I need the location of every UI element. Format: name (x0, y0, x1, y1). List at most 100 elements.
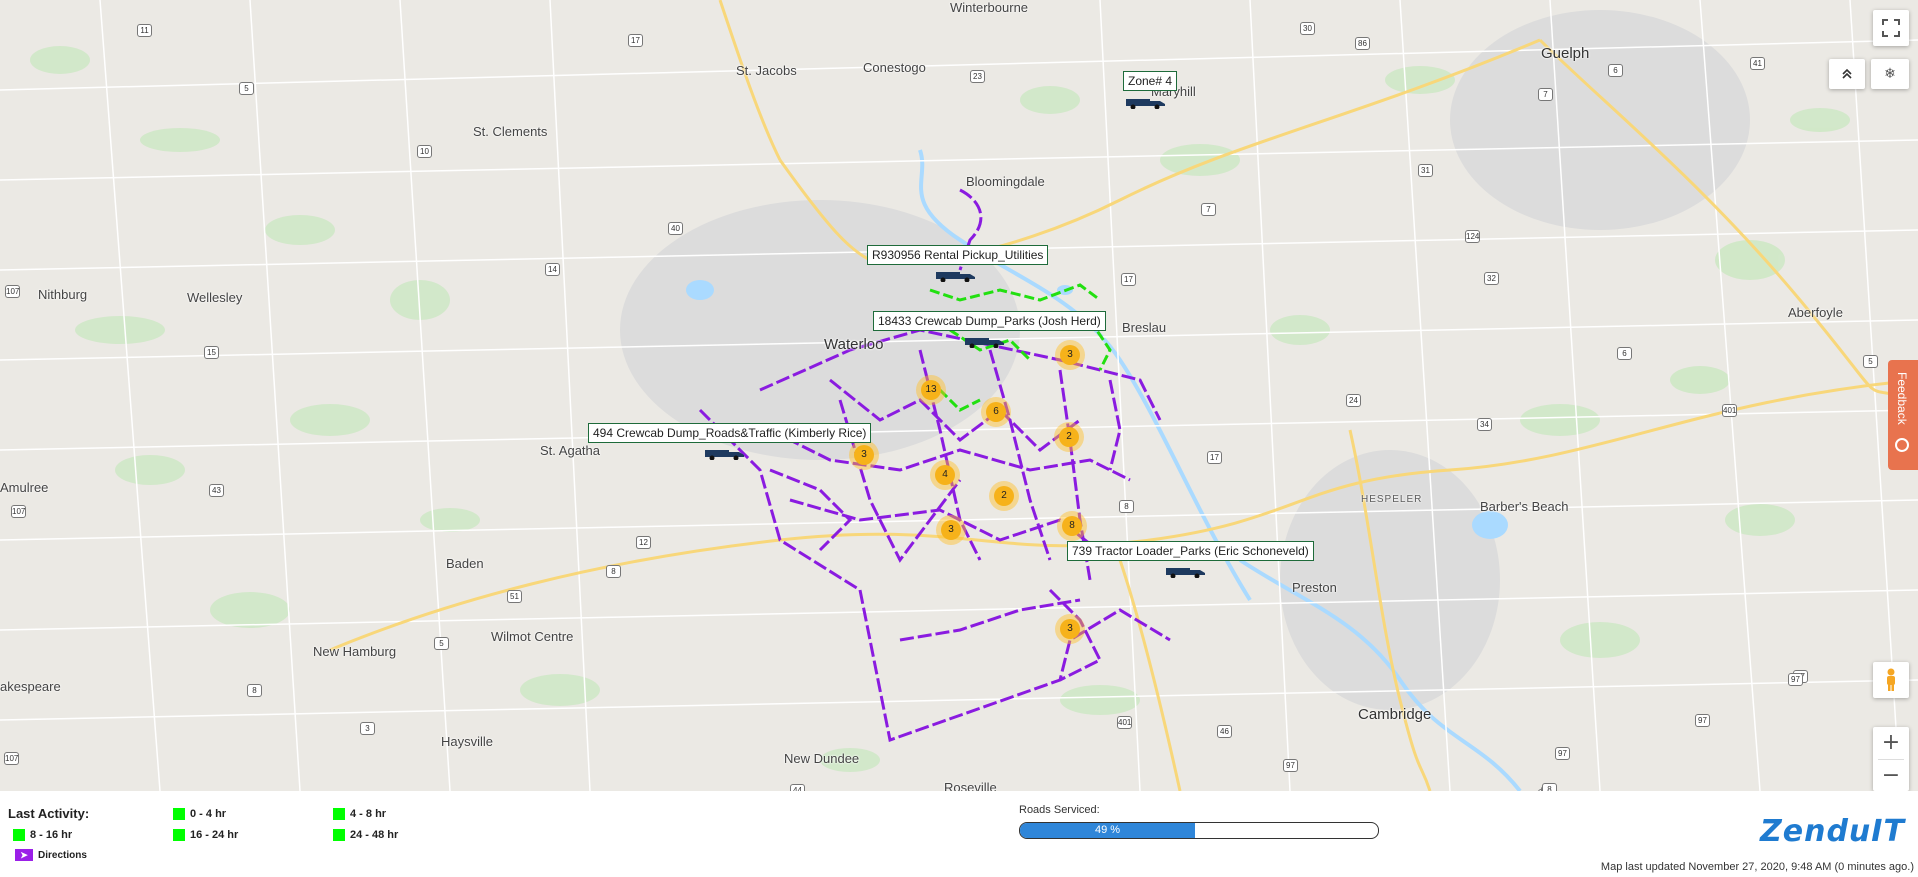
cluster-count: 3 (941, 520, 961, 540)
zoom-in-button[interactable]: + (1882, 727, 1900, 759)
route-shield: 8 (606, 565, 621, 578)
route-shield: 5 (1863, 355, 1878, 368)
cluster-count: 6 (986, 402, 1006, 422)
legend-label: 8 - 16 hr (30, 829, 73, 841)
cluster-count: 8 (1062, 516, 1082, 536)
place-label-waterloo: Waterloo (824, 336, 884, 353)
place-label-roseville: Roseville (944, 780, 997, 791)
roads-serviced-label: Roads Serviced: (1019, 804, 1100, 816)
route-shield: 97 (1555, 747, 1570, 760)
route-shield: 8 (247, 684, 262, 697)
place-label-st-agatha: St. Agatha (540, 443, 600, 458)
activity-cluster[interactable]: 2 (1054, 422, 1084, 452)
route-shield: 23 (970, 70, 985, 83)
place-label-nithburg: Nithburg (38, 287, 88, 302)
activity-cluster[interactable]: 2 (989, 481, 1019, 511)
truck-icon[interactable] (1164, 564, 1208, 578)
activity-cluster[interactable]: 3 (1055, 340, 1085, 370)
roads-serviced-progress: 49 % (1019, 822, 1379, 839)
map-canvas[interactable]: Guelph Waterloo Cambridge St. Jacobs Con… (0, 0, 1918, 791)
chevron-up-icon (1842, 68, 1852, 79)
activity-cluster[interactable]: 3 (1055, 614, 1085, 644)
place-label-wilmot-centre: Wilmot Centre (491, 629, 574, 644)
cluster-count: 13 (921, 380, 941, 400)
route-shield: 3 (360, 722, 375, 735)
weather-button[interactable]: ❄ (1871, 59, 1909, 89)
collapse-button[interactable] (1829, 59, 1865, 89)
route-shield: 107 (4, 752, 19, 765)
vehicle-label-18433[interactable]: 18433 Crewcab Dump_Parks (Josh Herd) (873, 311, 1106, 331)
pegman-icon (1887, 668, 1895, 691)
place-label-haysville: Haysville (441, 734, 494, 749)
cluster-count: 2 (994, 486, 1014, 506)
vehicle-label-739[interactable]: 739 Tractor Loader_Parks (Eric Schonevel… (1067, 541, 1314, 561)
activity-cluster[interactable]: 4 (930, 460, 960, 490)
route-shield: 5 (434, 637, 449, 650)
route-shield: 46 (1217, 725, 1232, 738)
route-shield: 10 (417, 145, 432, 158)
place-label-akespeare: akespeare (0, 679, 61, 694)
route-shield: 12 (636, 536, 651, 549)
bottom-panel: Last Activity: 0 - 4 hr 4 - 8 hr 8 - 16 … (0, 791, 1918, 877)
legend-label: 24 - 48 hr (350, 829, 399, 841)
route-shield: 43 (209, 484, 224, 497)
legend-item-directions: ➤ Directions (15, 849, 87, 861)
activity-cluster[interactable]: 13 (916, 375, 946, 405)
route-shield: 44 (790, 784, 805, 791)
route-shield: 401 (1117, 716, 1132, 729)
map-last-updated: Map last updated November 27, 2020, 9:48… (1600, 861, 1914, 873)
route-shield: 401 (1722, 404, 1737, 417)
route-shield: 30 (1300, 22, 1315, 35)
legend-item-0-4: 0 - 4 hr (173, 808, 226, 820)
legend-label: Directions (38, 849, 87, 861)
truck-icon[interactable] (934, 268, 978, 282)
vehicle-label-r930956[interactable]: R930956 Rental Pickup_Utilities (867, 245, 1049, 265)
route-shield: 17 (1207, 451, 1222, 464)
zoom-out-button[interactable]: − (1882, 760, 1900, 791)
place-label-guelph: Guelph (1541, 45, 1590, 62)
truck-icon[interactable] (963, 334, 1007, 348)
cluster-count: 3 (854, 445, 874, 465)
route-shield: 7 (1538, 88, 1553, 101)
activity-cluster[interactable]: 8 (1057, 511, 1087, 541)
fullscreen-icon (1882, 19, 1900, 37)
fullscreen-button[interactable] (1873, 10, 1909, 46)
place-label-breslau: Breslau (1122, 320, 1167, 335)
legend-swatch (333, 829, 345, 841)
legend-swatch (173, 829, 185, 841)
legend-label: 16 - 24 hr (190, 829, 239, 841)
legend-item-24-48: 24 - 48 hr (333, 829, 398, 841)
place-label-wellesley: Wellesley (187, 290, 243, 305)
place-label-st-jacobs: St. Jacobs (736, 63, 797, 78)
place-label-new-hamburg: New Hamburg (313, 644, 397, 659)
activity-cluster[interactable]: 6 (981, 397, 1011, 427)
feedback-tab[interactable]: Feedback (1888, 360, 1918, 470)
activity-cluster[interactable]: 3 (849, 440, 879, 470)
route-shield: 107 (11, 505, 26, 518)
zenduit-logo: ZenduIT (1760, 814, 1905, 849)
route-shield: 8 (1119, 500, 1134, 513)
place-label-bloomingdale: Bloomingdale (966, 174, 1045, 189)
activity-cluster[interactable]: 3 (936, 515, 966, 545)
route-shield: 14 (545, 263, 560, 276)
vehicle-label-zone4[interactable]: Zone# 4 (1123, 71, 1178, 91)
place-label-barbers-beach: Barber's Beach (1480, 499, 1569, 514)
truck-icon[interactable] (1124, 95, 1168, 109)
place-label-hespeler: HESPELER (1361, 494, 1423, 505)
legend-swatch (333, 808, 345, 820)
route-shield: 6 (1617, 347, 1632, 360)
route-shield: 86 (1355, 37, 1370, 50)
route-shield: 97 (1788, 673, 1803, 686)
zoom-control: + − (1873, 727, 1909, 791)
vehicle-label-494[interactable]: 494 Crewcab Dump_Roads&Traffic (Kimberly… (588, 423, 872, 443)
place-label-baden: Baden (446, 556, 484, 571)
street-view-button[interactable] (1873, 662, 1909, 698)
truck-icon[interactable] (703, 446, 747, 460)
route-shield: 24 (1346, 394, 1361, 407)
legend-title: Last Activity: (8, 806, 90, 821)
place-label-new-dundee: New Dundee (784, 751, 860, 766)
cluster-count: 3 (1060, 345, 1080, 365)
route-shield: 97 (1695, 714, 1710, 727)
route-shield: 40 (668, 222, 683, 235)
place-label-conestogo: Conestogo (863, 60, 926, 75)
